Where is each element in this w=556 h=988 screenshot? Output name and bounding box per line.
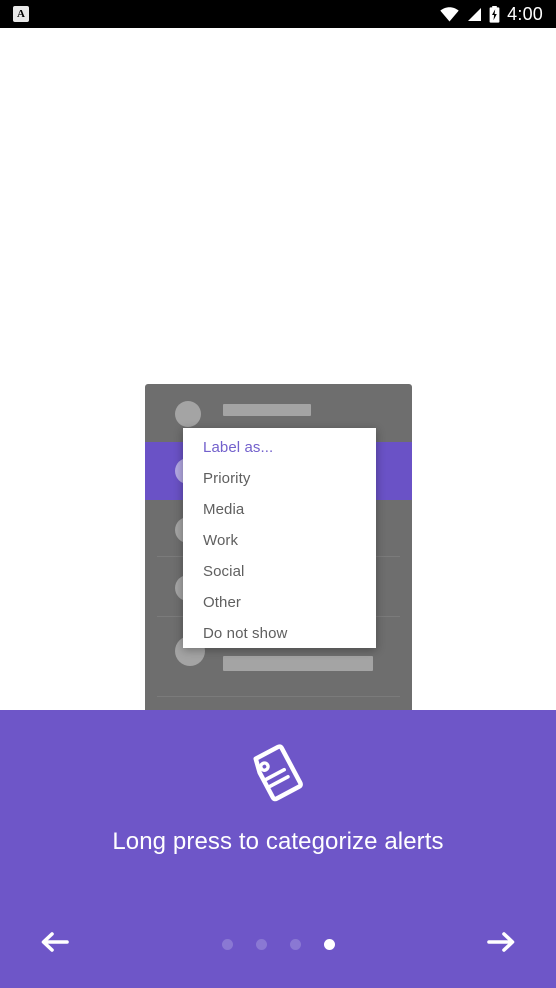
tutorial-illustration-area: Label as... Priority Media Work Social O… [0, 28, 556, 710]
page-dot-3[interactable] [289, 938, 301, 950]
menu-item-work[interactable]: Work [183, 525, 376, 556]
page-indicator-dots [0, 938, 556, 950]
page-dot-1[interactable] [221, 938, 233, 950]
page-dot-4-active[interactable] [323, 938, 335, 950]
mock-text-bar [223, 404, 311, 416]
arrow-left-icon [40, 931, 70, 958]
menu-item-priority[interactable]: Priority [183, 463, 376, 494]
avatar [175, 401, 201, 427]
tutorial-caption: Long press to categorize alerts [112, 828, 444, 855]
label-as-menu[interactable]: Label as... Priority Media Work Social O… [183, 428, 376, 648]
arrow-right-icon [486, 931, 516, 958]
cell-signal-icon [466, 7, 482, 22]
page-dot-2[interactable] [255, 938, 267, 950]
battery-charging-icon [489, 5, 500, 23]
tag-icon [247, 742, 309, 809]
wifi-icon [440, 6, 459, 22]
status-bar: A 4:00 [0, 0, 556, 28]
previous-page-button[interactable] [38, 927, 72, 961]
menu-item-media[interactable]: Media [183, 494, 376, 525]
mock-text-bar [223, 656, 373, 671]
menu-item-social[interactable]: Social [183, 556, 376, 587]
status-bar-clock: 4:00 [507, 3, 543, 24]
status-bar-right: 4:00 [440, 4, 543, 25]
tutorial-panel: Long press to categorize alerts [0, 710, 556, 988]
notification-app-icon: A [13, 6, 29, 22]
menu-header-label-as: Label as... [203, 439, 274, 456]
divider [157, 696, 400, 697]
menu-item-do-not-show[interactable]: Do not show [183, 618, 376, 649]
tag-icon-container [0, 742, 556, 809]
next-page-button[interactable] [484, 927, 518, 961]
status-bar-left: A [13, 6, 29, 22]
menu-item-other[interactable]: Other [183, 587, 376, 618]
tutorial-navigation-bar [0, 900, 556, 988]
